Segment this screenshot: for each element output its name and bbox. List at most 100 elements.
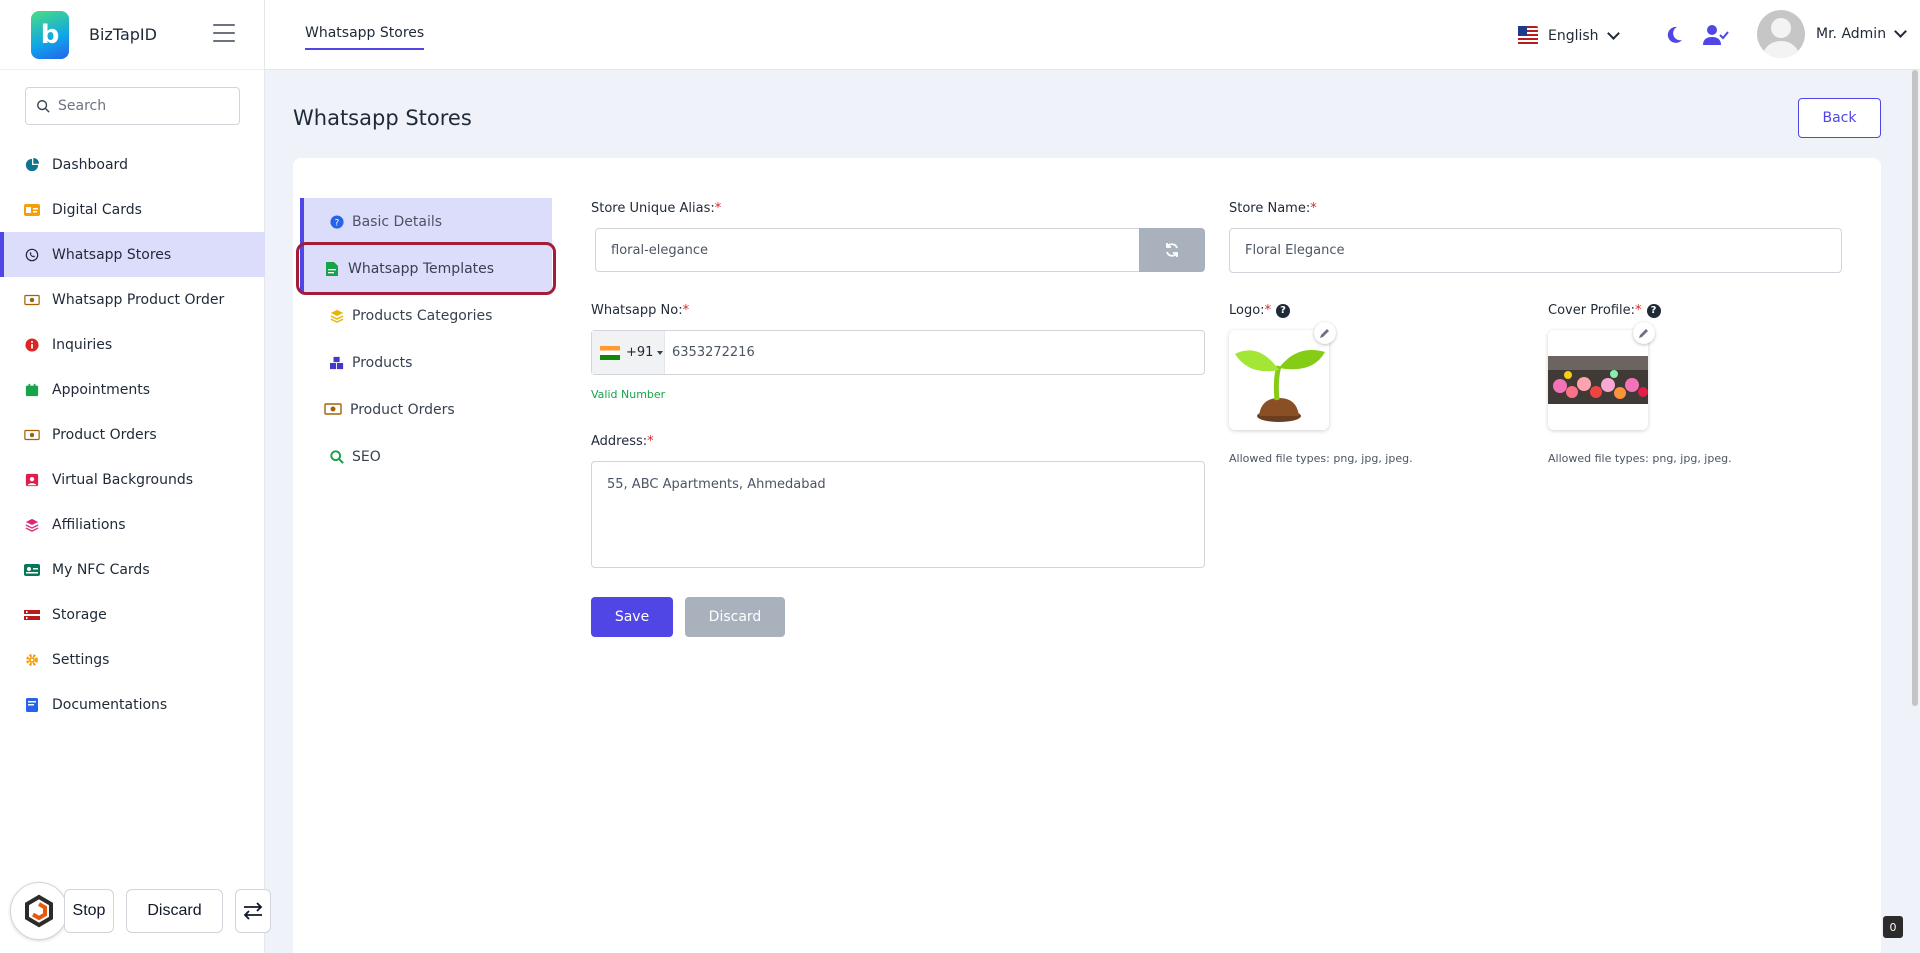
sidebar-item-label: Dashboard [52, 156, 128, 173]
help-icon[interactable]: ? [1646, 303, 1661, 318]
address-textarea[interactable]: 55, ABC Apartments, Ahmedabad [591, 461, 1205, 568]
sidebar: b BizTapID Dashboard Digital Cards Whats… [0, 0, 265, 953]
tab-product-orders[interactable]: Product Orders [300, 386, 552, 433]
save-button[interactable]: Save [591, 597, 673, 637]
sidebar-item-label: Affiliations [52, 516, 126, 533]
sidebar-item-documentations[interactable]: Documentations [0, 682, 265, 727]
sidebar-item-label: Product Orders [52, 426, 157, 443]
logo-allowed-types: Allowed file types: png, jpg, jpeg. [1229, 452, 1413, 465]
sidebar-item-whatsapp-product-order[interactable]: Whatsapp Product Order [0, 277, 265, 322]
floating-toolbar: Stop Discard [10, 882, 271, 940]
whatsapp-phone-field: +91 6353272216 [591, 330, 1205, 375]
sidebar-item-label: Inquiries [52, 336, 113, 353]
discard-button[interactable]: Discard [685, 597, 785, 637]
sidebar-item-product-orders[interactable]: Product Orders [0, 412, 265, 457]
layers-icon [330, 309, 344, 323]
svg-text:?: ? [335, 218, 340, 228]
sidebar-item-virtual-backgrounds[interactable]: Virtual Backgrounds [0, 457, 265, 502]
page-title: Whatsapp Stores [293, 106, 472, 130]
info-icon [24, 337, 40, 353]
edit-cover-pencil-icon[interactable] [1633, 322, 1655, 344]
logo-preview [1229, 330, 1329, 430]
chevron-down-icon [1606, 27, 1620, 40]
tab-whatsapp-templates[interactable]: Whatsapp Templates [300, 245, 552, 292]
alias-input[interactable]: floral-elegance [595, 228, 1140, 272]
phone-valid-message: Valid Number [591, 388, 666, 401]
extension-logo-icon[interactable] [10, 882, 68, 940]
storage-icon [24, 607, 40, 623]
caret-down-icon [657, 350, 664, 355]
moon-icon[interactable] [1664, 25, 1684, 45]
store-name-input[interactable]: Floral Elegance [1229, 228, 1842, 273]
tab-whatsapp-stores[interactable]: Whatsapp Stores [305, 25, 425, 50]
help-icon[interactable]: ? [1276, 303, 1291, 318]
edit-logo-pencil-icon[interactable] [1314, 322, 1336, 344]
calendar-icon [24, 382, 40, 398]
sidebar-item-label: Appointments [52, 381, 151, 398]
tab-label: Basic Details [352, 213, 443, 230]
sidebar-item-label: Digital Cards [52, 201, 142, 218]
page-scrollbar[interactable] [1912, 70, 1918, 706]
discard-session-button[interactable]: Discard [126, 889, 223, 933]
sidebar-item-digital-cards[interactable]: Digital Cards [0, 187, 265, 232]
book-icon [24, 697, 40, 713]
corner-badge: 0 [1883, 916, 1903, 938]
cover-allowed-types: Allowed file types: png, jpg, jpeg. [1548, 452, 1732, 465]
whatsapp-icon [24, 247, 40, 263]
id-card-icon [24, 202, 40, 218]
brand-name: BizTapID [89, 25, 157, 44]
tab-seo[interactable]: SEO [300, 433, 552, 480]
user-menu[interactable]: Mr. Admin [1816, 25, 1907, 42]
tab-basic-details[interactable]: ? Basic Details [300, 198, 552, 245]
sidebar-item-dashboard[interactable]: Dashboard [0, 142, 265, 187]
sidebar-item-settings[interactable]: Settings [0, 637, 265, 682]
layers-icon [24, 517, 40, 533]
refresh-alias-button[interactable] [1139, 228, 1205, 272]
topbar: Whatsapp Stores English Mr. Admin [265, 0, 1920, 70]
swap-icon[interactable] [235, 889, 271, 933]
flower-stall-cover-image [1548, 356, 1648, 404]
sidebar-item-whatsapp-stores[interactable]: Whatsapp Stores [0, 232, 265, 277]
tab-label: Products Categories [352, 307, 493, 324]
language-selector[interactable]: English [1518, 26, 1620, 46]
sidebar-item-appointments[interactable]: Appointments [0, 367, 265, 412]
address-label: Address:* [591, 434, 654, 449]
tab-label: SEO [352, 448, 381, 465]
sidebar-item-inquiries[interactable]: Inquiries [0, 322, 265, 367]
money-icon [24, 292, 40, 308]
hamburger-menu-icon[interactable] [213, 24, 235, 42]
sidebar-item-storage[interactable]: Storage [0, 592, 265, 637]
country-code-selector[interactable]: +91 [592, 331, 665, 374]
sidebar-nav: Dashboard Digital Cards Whatsapp Stores … [0, 142, 265, 727]
tab-products-categories[interactable]: Products Categories [300, 292, 552, 339]
store-section-tabs: ? Basic Details Whatsapp Templates Produ… [300, 198, 552, 480]
user-check-icon[interactable] [1703, 24, 1729, 46]
back-button[interactable]: Back [1798, 98, 1881, 138]
sidebar-item-label: Documentations [52, 696, 168, 713]
sidebar-item-label: Whatsapp Product Order [52, 291, 225, 308]
sidebar-item-my-nfc-cards[interactable]: My NFC Cards [0, 547, 265, 592]
money-icon [324, 402, 342, 417]
document-icon [326, 261, 340, 276]
search-input[interactable] [58, 98, 228, 114]
tab-label: Products [352, 354, 413, 371]
india-flag-icon [600, 345, 620, 360]
search-icon [37, 100, 50, 113]
sidebar-search [25, 87, 240, 125]
chevron-down-icon [1894, 25, 1907, 38]
phone-input[interactable]: 6353272216 [672, 345, 755, 360]
sidebar-item-label: Whatsapp Stores [52, 246, 172, 263]
avatar[interactable] [1757, 10, 1805, 58]
dashboard-icon [24, 157, 40, 173]
store-name-label: Store Name:* [1229, 201, 1317, 216]
stop-button[interactable]: Stop [64, 889, 114, 933]
search-icon [330, 449, 344, 464]
sidebar-item-label: Storage [52, 606, 107, 623]
sidebar-item-affiliations[interactable]: Affiliations [0, 502, 265, 547]
cover-label: Cover Profile:*? [1548, 303, 1661, 318]
tab-products[interactable]: Products [300, 339, 552, 386]
boxes-icon [330, 356, 344, 370]
refresh-icon [1166, 243, 1178, 257]
nfc-card-icon [24, 562, 40, 578]
brand-logo[interactable]: b [31, 10, 69, 59]
